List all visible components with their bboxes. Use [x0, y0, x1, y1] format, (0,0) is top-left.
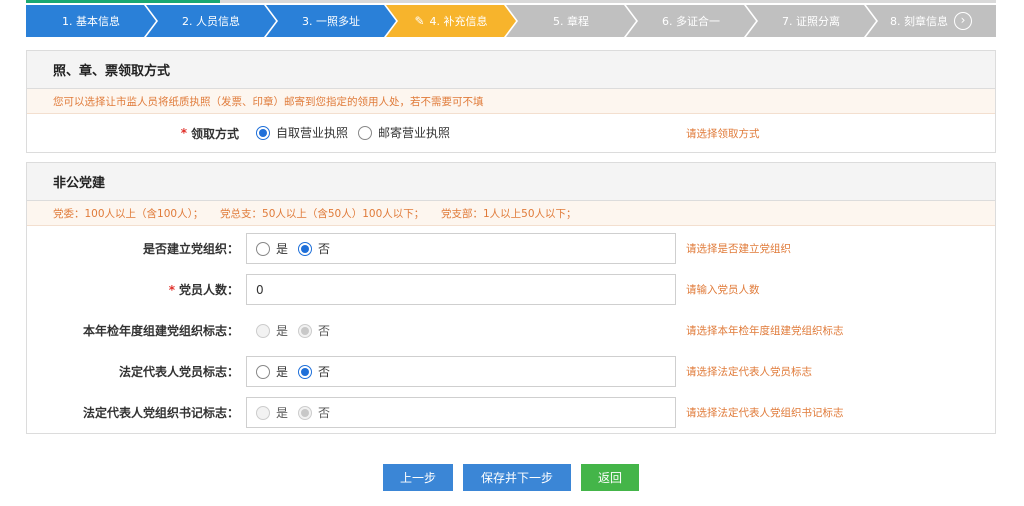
legal-rep-secretary-row: 法定代表人党组织书记标志： 是 否 请选择法定代表人党组织书记标志: [27, 392, 995, 433]
radio-no: 否: [298, 404, 330, 421]
radio-yes[interactable]: 是: [256, 240, 288, 257]
required-mark: *: [180, 126, 187, 140]
radio-dot[interactable]: [298, 364, 313, 379]
field-hint: 请选择法定代表人党员标志: [686, 366, 812, 378]
radio-self-pickup[interactable]: 自取营业执照: [256, 124, 348, 141]
annual-party-org-radio-group: 是 否: [246, 315, 676, 346]
radio-mail[interactable]: 邮寄营业执照: [358, 124, 450, 141]
party-member-count-field[interactable]: [246, 274, 676, 305]
prev-step-button[interactable]: 上一步: [383, 464, 453, 491]
radio-dot[interactable]: [358, 125, 373, 140]
step-label: 4. 补充信息: [429, 15, 488, 28]
chevron-right-icon[interactable]: ›: [954, 12, 972, 30]
step-articles[interactable]: 5. 章程: [506, 5, 636, 37]
legal-rep-secretary-radio-group: 是 否: [246, 397, 676, 428]
legal-rep-member-row: 法定代表人党员标志： 是 否 请选择法定代表人党员标志: [27, 351, 995, 392]
step-basic-info[interactable]: 1. 基本信息: [26, 5, 156, 37]
radio-dot[interactable]: [256, 241, 270, 256]
field-label: 是否建立党组织：: [142, 242, 239, 256]
radio-dot[interactable]: [256, 125, 270, 140]
back-button[interactable]: 返回: [581, 464, 639, 491]
annual-party-org-row: 本年检年度组建党组织标志： 是 否 请选择本年检年度组建党组织标志: [27, 310, 995, 351]
save-next-button[interactable]: 保存并下一步: [463, 464, 571, 491]
step-label: 8. 刻章信息: [890, 15, 948, 28]
field-label: * 党员人数：: [168, 282, 239, 298]
step-label: 6. 多证合一: [662, 15, 720, 28]
radio-dot: [256, 323, 270, 338]
step-label: 5. 章程: [553, 15, 589, 28]
step-supplementary-info[interactable]: ✎ 4. 补充信息: [386, 5, 516, 37]
notice-text: 您可以选择让市监人员将纸质执照（发票、印章）邮寄到您指定的领用人处，若不需要可不…: [27, 89, 995, 114]
field-hint: 请选择法定代表人党组织书记标志: [686, 407, 844, 419]
radio-dot: [256, 405, 270, 420]
step-label: 7. 证照分离: [782, 15, 840, 28]
step-label: 1. 基本信息: [62, 15, 120, 28]
pickup-method-row: * 领取方式 自取营业执照 邮寄营业执照 请选择领取方式: [27, 114, 995, 152]
step-seal-info[interactable]: 8. 刻章信息 ›: [866, 5, 996, 37]
radio-no[interactable]: 否: [298, 240, 330, 257]
action-bar: 上一步 保存并下一步 返回: [0, 464, 1024, 491]
field-label: 法定代表人党员标志：: [118, 365, 239, 379]
progress-track: [26, 0, 996, 3]
radio-dot[interactable]: [298, 241, 313, 256]
party-member-count-input[interactable]: [256, 282, 675, 297]
section-title: 非公党建: [27, 163, 995, 201]
field-hint: 请输入党员人数: [686, 284, 760, 296]
radio-dot: [298, 323, 313, 338]
step-label: 2. 人员信息: [182, 15, 240, 28]
pencil-icon: ✎: [414, 14, 425, 28]
pickup-method-radio-group: 自取营业执照 邮寄营业执照: [246, 117, 676, 148]
field-label: * 领取方式: [180, 126, 239, 141]
license-pickup-panel: 照、章、票领取方式 您可以选择让市监人员将纸质执照（发票、印章）邮寄到您指定的领…: [26, 50, 996, 153]
radio-no[interactable]: 否: [298, 363, 330, 380]
step-list: 1. 基本信息 2. 人员信息 3. 一照多址 ✎ 4. 补充信息 5. 章程 6…: [26, 5, 996, 37]
progress-fill: [26, 0, 220, 3]
radio-yes: 是: [256, 322, 288, 339]
notice-text: 党委：100人以上（含100人）； 党总支：50人以上（含50人）100人以下；…: [27, 201, 995, 226]
field-hint: 请选择领取方式: [686, 127, 760, 140]
radio-no: 否: [298, 322, 330, 339]
field-hint: 请选择是否建立党组织: [686, 243, 791, 255]
radio-yes: 是: [256, 404, 288, 421]
step-license-separation[interactable]: 7. 证照分离: [746, 5, 876, 37]
party-org-row: 是否建立党组织： 是 否 请选择是否建立党组织: [27, 228, 995, 269]
legal-rep-member-radio-group: 是 否: [246, 356, 676, 387]
step-personnel-info[interactable]: 2. 人员信息: [146, 5, 276, 37]
radio-dot: [298, 405, 313, 420]
step-bar: 1. 基本信息 2. 人员信息 3. 一照多址 ✎ 4. 补充信息 5. 章程 6…: [26, 0, 996, 37]
section-title: 照、章、票领取方式: [27, 51, 995, 89]
party-member-count-row: *党员人数： 请输入党员人数: [27, 269, 995, 310]
required-mark: *: [168, 282, 175, 297]
party-building-panel: 非公党建 党委：100人以上（含100人）； 党总支：50人以上（含50人）10…: [26, 162, 996, 434]
step-multi-address[interactable]: 3. 一照多址: [266, 5, 396, 37]
field-label: 本年检年度组建党组织标志：: [82, 324, 239, 338]
step-multi-certificate[interactable]: 6. 多证合一: [626, 5, 756, 37]
radio-yes[interactable]: 是: [256, 363, 288, 380]
field-label: 法定代表人党组织书记标志：: [82, 406, 239, 420]
party-org-radio-group: 是 否: [246, 233, 676, 264]
step-label: 3. 一照多址: [302, 15, 360, 28]
field-hint: 请选择本年检年度组建党组织标志: [686, 325, 844, 337]
radio-dot[interactable]: [256, 364, 270, 379]
